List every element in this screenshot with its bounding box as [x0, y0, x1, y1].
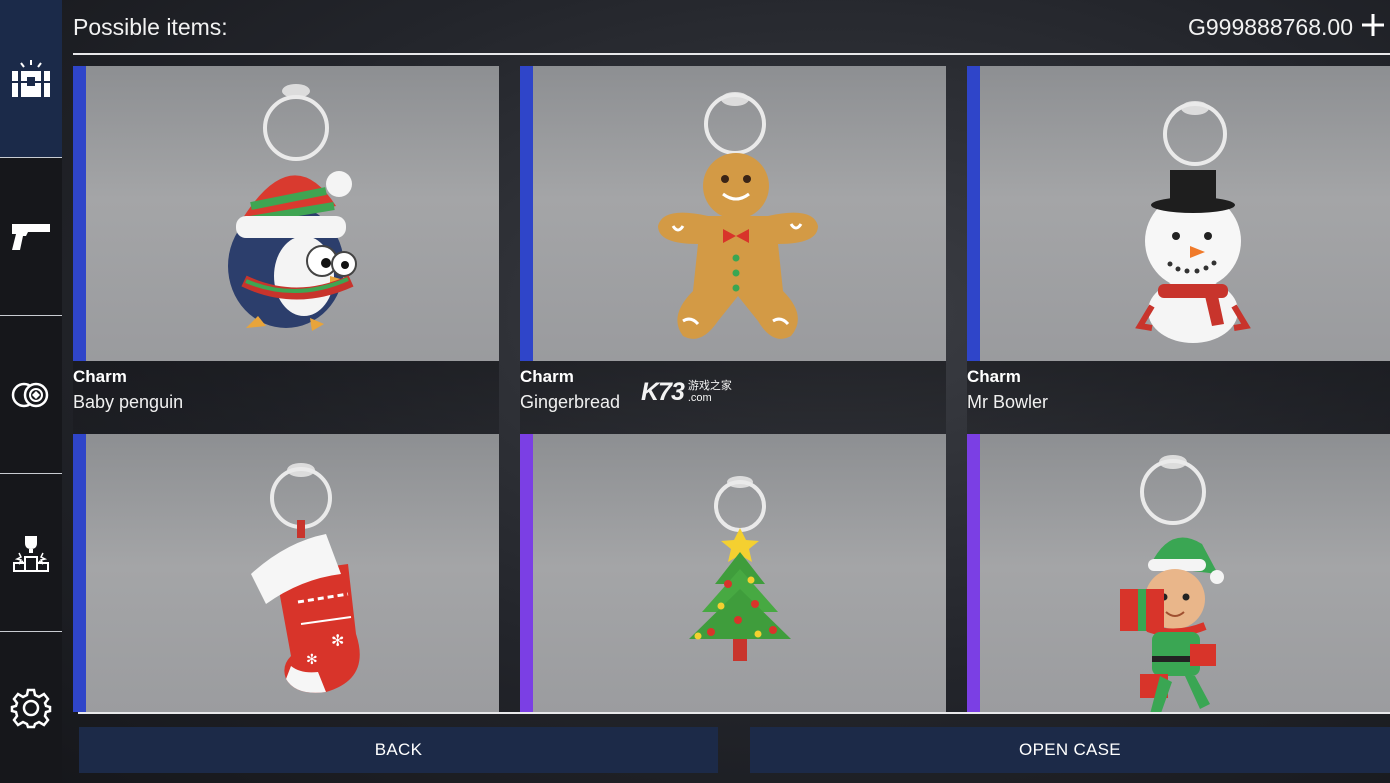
item-info: Charm Gingerbread: [520, 361, 946, 434]
stocking-charm-image: ✻ ✻: [251, 463, 360, 693]
sidebar-item-cases[interactable]: [0, 0, 62, 158]
watermark: K73 游戏之家 .com: [641, 378, 732, 407]
item-card-elf[interactable]: [967, 434, 1390, 712]
item-category: Charm: [967, 367, 1021, 386]
sidebar-item-weapons[interactable]: [0, 158, 62, 316]
page-title: Possible items:: [73, 14, 228, 40]
item-card-baby-penguin[interactable]: Charm Baby penguin: [73, 66, 499, 434]
chest-icon: [12, 59, 50, 97]
item-image: [967, 66, 1390, 361]
item-image: [73, 66, 499, 361]
rarity-bar: [520, 66, 533, 361]
watermark-sub: 游戏之家 .com: [687, 380, 732, 404]
trophy-podium-icon: [13, 535, 49, 572]
item-image: [520, 434, 946, 712]
footer-divider: [78, 712, 1390, 714]
item-name: Mr Bowler: [967, 392, 1049, 412]
gingerbread-charm-image: [658, 92, 818, 339]
rarity-bar: [967, 66, 980, 361]
svg-text:✻: ✻: [306, 652, 318, 668]
elf-charm-image: [1120, 455, 1224, 712]
coins-icon: [11, 382, 49, 407]
item-image: [967, 434, 1390, 712]
item-name: Baby penguin: [73, 392, 184, 412]
item-info: Charm Mr Bowler: [967, 361, 1390, 434]
item-card-stocking[interactable]: ✻ ✻: [73, 434, 499, 712]
sidebar-item-settings[interactable]: [0, 632, 62, 783]
item-name: Gingerbread: [520, 392, 621, 412]
rarity-bar: [520, 434, 533, 712]
item-card-mr-bowler[interactable]: Charm Mr Bowler: [967, 66, 1390, 434]
back-button[interactable]: BACK: [79, 727, 718, 773]
rarity-bar: [73, 66, 86, 361]
currency-balance: G999888768.00: [1188, 14, 1353, 40]
item-category: Charm: [520, 367, 574, 386]
sidebar-item-leaderboard[interactable]: [0, 474, 62, 632]
item-info: Charm Baby penguin: [73, 361, 499, 434]
add-currency-button[interactable]: [1358, 8, 1388, 42]
gear-icon: [10, 688, 52, 728]
pistol-icon: [12, 223, 50, 250]
item-category: Charm: [73, 367, 127, 386]
sidebar: [0, 0, 62, 783]
plus-icon: [1362, 14, 1384, 36]
item-card-gingerbread[interactable]: Charm Gingerbread: [520, 66, 946, 434]
open-case-button[interactable]: OPEN CASE: [750, 727, 1390, 773]
snowman-charm-image: [1135, 101, 1251, 343]
rarity-bar: [73, 434, 86, 712]
watermark-logo: K73: [641, 378, 685, 406]
rarity-bar: [967, 434, 980, 712]
header-divider: [73, 53, 1390, 55]
svg-text:✻: ✻: [331, 631, 344, 650]
penguin-charm-image: [228, 84, 357, 331]
sidebar-item-coins[interactable]: [0, 316, 62, 474]
item-card-christmas-tree[interactable]: [520, 434, 946, 712]
item-image: [520, 66, 946, 361]
item-image: ✻ ✻: [73, 434, 499, 712]
christmas-tree-charm-image: [689, 476, 791, 661]
